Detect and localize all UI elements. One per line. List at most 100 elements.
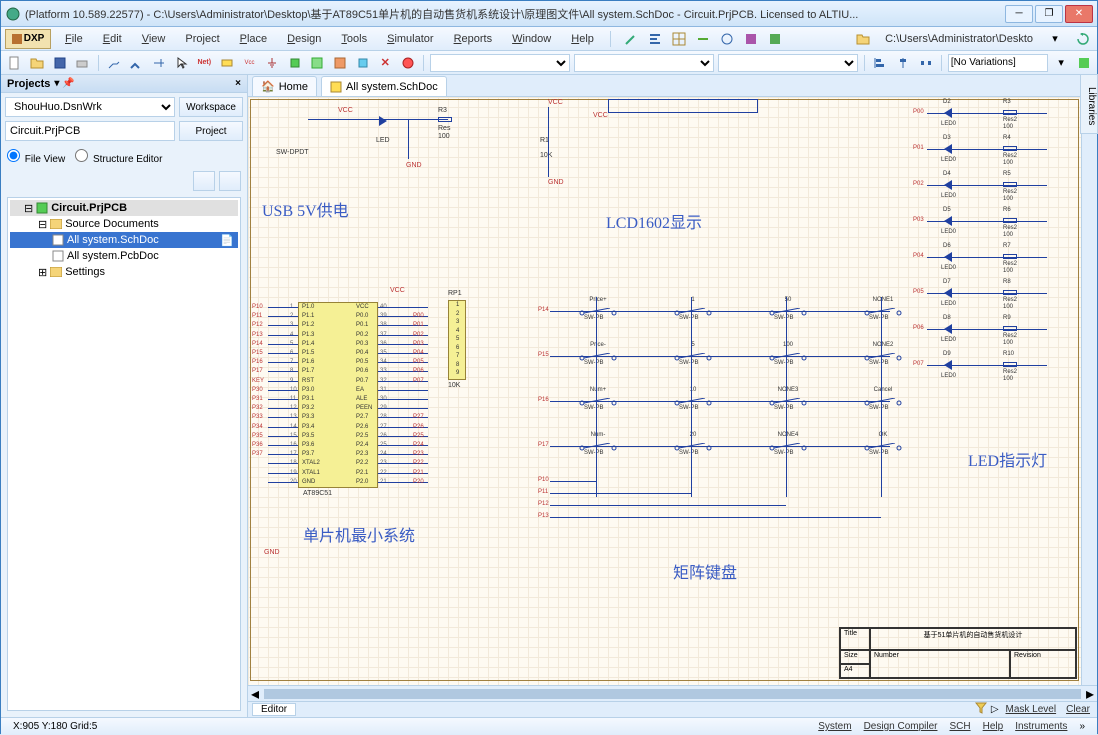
tool-wire-icon[interactable] xyxy=(693,30,713,48)
menu-reports[interactable]: Reports xyxy=(448,31,499,47)
sb-sch[interactable]: SCH xyxy=(943,721,976,732)
panel-tool2-icon[interactable] xyxy=(219,171,241,191)
sb-design-compiler[interactable]: Design Compiler xyxy=(858,721,944,732)
mask-level-link[interactable]: Mask Level xyxy=(1003,704,1060,715)
filter-icon[interactable] xyxy=(975,702,987,717)
tool-align-icon[interactable] xyxy=(645,30,665,48)
align-dist-icon[interactable] xyxy=(916,54,935,72)
junction-icon[interactable] xyxy=(150,54,169,72)
align-hcenter-icon[interactable] xyxy=(894,54,913,72)
project-input[interactable] xyxy=(5,121,175,141)
path-display: C:\Users\Administrator\Deskto xyxy=(881,33,1037,45)
noerc-icon[interactable]: ✕ xyxy=(376,54,395,72)
variations-combo[interactable] xyxy=(948,54,1048,72)
clear-link[interactable]: Clear xyxy=(1063,704,1093,715)
netlabel-icon[interactable]: Net) xyxy=(195,54,214,72)
directive-icon[interactable] xyxy=(353,54,372,72)
combo1[interactable] xyxy=(430,54,570,72)
power-vcc-icon[interactable]: Vcc xyxy=(240,54,259,72)
menu-project[interactable]: Project xyxy=(179,31,225,47)
mcu-label: 单片机最小系统 xyxy=(303,522,415,546)
workspace-combo[interactable]: ShouHuo.DsnWrk xyxy=(5,97,175,117)
compile-icon[interactable] xyxy=(399,54,418,72)
minimize-button[interactable]: ─ xyxy=(1005,5,1033,23)
menu-view[interactable]: View xyxy=(136,31,172,47)
usb-label: USB 5V供电 xyxy=(262,197,349,221)
port-icon[interactable] xyxy=(218,54,237,72)
tool-draw-icon[interactable] xyxy=(621,30,641,48)
matrix-label: 矩阵键盘 xyxy=(673,559,737,583)
workspace-button[interactable]: Workspace xyxy=(179,97,243,117)
arrow-icon[interactable]: ▷ xyxy=(991,704,999,715)
panel-close-icon[interactable]: × xyxy=(235,78,241,89)
app-icon xyxy=(5,6,21,22)
menu-edit[interactable]: Edit xyxy=(97,31,128,47)
libraries-tab[interactable]: Libraries xyxy=(1080,74,1098,134)
wire-mode-icon[interactable] xyxy=(104,54,123,72)
open-icon[interactable] xyxy=(28,54,47,72)
bottom-tabs: Editor ▷ Mask Level Clear xyxy=(248,701,1097,717)
tool-grid-icon[interactable] xyxy=(669,30,689,48)
projects-title: Projects ▾ 📌 × xyxy=(1,75,247,93)
path-dropdown-icon[interactable]: ▾ xyxy=(1045,30,1065,48)
home-tab[interactable]: 🏠Home xyxy=(252,76,317,96)
tool-net-icon[interactable] xyxy=(717,30,737,48)
menu-place[interactable]: Place xyxy=(234,31,274,47)
menubar: DXP File Edit View Project Place Design … xyxy=(1,27,1097,51)
combo3[interactable] xyxy=(718,54,858,72)
structure-editor-radio[interactable]: Structure Editor xyxy=(75,149,162,165)
menu-design[interactable]: Design xyxy=(281,31,327,47)
folder-icon[interactable] xyxy=(853,30,873,48)
sb-expand-icon[interactable]: » xyxy=(1073,721,1091,732)
maximize-button[interactable]: ❐ xyxy=(1035,5,1063,23)
sheet-icon[interactable] xyxy=(308,54,327,72)
sb-system[interactable]: System xyxy=(812,721,857,732)
menu-simulator[interactable]: Simulator xyxy=(381,31,439,47)
save-icon[interactable] xyxy=(50,54,69,72)
menu-tools[interactable]: Tools xyxy=(335,31,373,47)
menu-help[interactable]: Help xyxy=(565,31,600,47)
power-gnd-icon[interactable] xyxy=(263,54,282,72)
schematic-canvas[interactable]: USB 5V供电 SW-DPDT VCC GND LED R3 Res 100 … xyxy=(248,97,1097,685)
close-button[interactable]: ✕ xyxy=(1065,5,1093,23)
led-label: LED指示灯 xyxy=(968,447,1047,471)
harness-icon[interactable] xyxy=(331,54,350,72)
project-button[interactable]: Project xyxy=(179,121,243,141)
panel-tool1-icon[interactable] xyxy=(193,171,215,191)
new-doc-icon[interactable] xyxy=(5,54,24,72)
print-icon[interactable] xyxy=(73,54,92,72)
tool-green-icon[interactable] xyxy=(765,30,785,48)
pin-icon[interactable]: ▾ 📌 xyxy=(54,78,74,89)
project-tree[interactable]: ⊟ Circuit.PrjPCB ⊟ Source Documents All … xyxy=(7,197,241,711)
file-view-radio[interactable]: File View xyxy=(7,149,65,165)
projects-panel: Projects ▾ 📌 × ShouHuo.DsnWrk Workspace … xyxy=(1,75,248,717)
document-tabs: 🏠Home All system.SchDoc xyxy=(248,75,1097,97)
editor-tab[interactable]: Editor xyxy=(252,703,296,716)
tree-source-docs[interactable]: ⊟ Source Documents xyxy=(10,216,238,232)
bus-mode-icon[interactable] xyxy=(127,54,146,72)
window-title: (Platform 10.589.22577) - C:\Users\Admin… xyxy=(25,6,1005,22)
scrollbar-vertical[interactable] xyxy=(1081,97,1097,685)
scrollbar-horizontal[interactable]: ◂ ▸ xyxy=(248,685,1097,701)
menu-file[interactable]: File xyxy=(59,31,89,47)
title-block: Title 基于51单片机的自动售货机设计 Size A4 Number Rev… xyxy=(839,627,1077,679)
tree-schdoc-file[interactable]: All system.SchDoc📄 xyxy=(10,232,238,248)
tree-settings[interactable]: ⊞ Settings xyxy=(10,264,238,280)
sb-help[interactable]: Help xyxy=(977,721,1010,732)
tree-pcbdoc-file[interactable]: All system.PcbDoc xyxy=(10,248,238,264)
combo2[interactable] xyxy=(574,54,714,72)
cursor-icon[interactable] xyxy=(172,54,191,72)
titlebar: (Platform 10.589.22577) - C:\Users\Admin… xyxy=(1,1,1097,27)
align-left-icon[interactable] xyxy=(871,54,890,72)
tree-project-root[interactable]: ⊟ Circuit.PrjPCB xyxy=(10,200,238,216)
tool-purple-icon[interactable] xyxy=(741,30,761,48)
variations-dropdown[interactable]: ▾ xyxy=(1052,54,1071,72)
variation-tool-icon[interactable] xyxy=(1075,54,1094,72)
schdoc-tab[interactable]: All system.SchDoc xyxy=(321,76,447,96)
sb-instruments[interactable]: Instruments xyxy=(1009,721,1073,732)
dxp-button[interactable]: DXP xyxy=(5,29,51,49)
menu-window[interactable]: Window xyxy=(506,31,557,47)
coords-display: X:905 Y:180 Grid:5 xyxy=(7,721,103,732)
refresh-icon[interactable] xyxy=(1073,30,1093,48)
part-icon[interactable] xyxy=(285,54,304,72)
